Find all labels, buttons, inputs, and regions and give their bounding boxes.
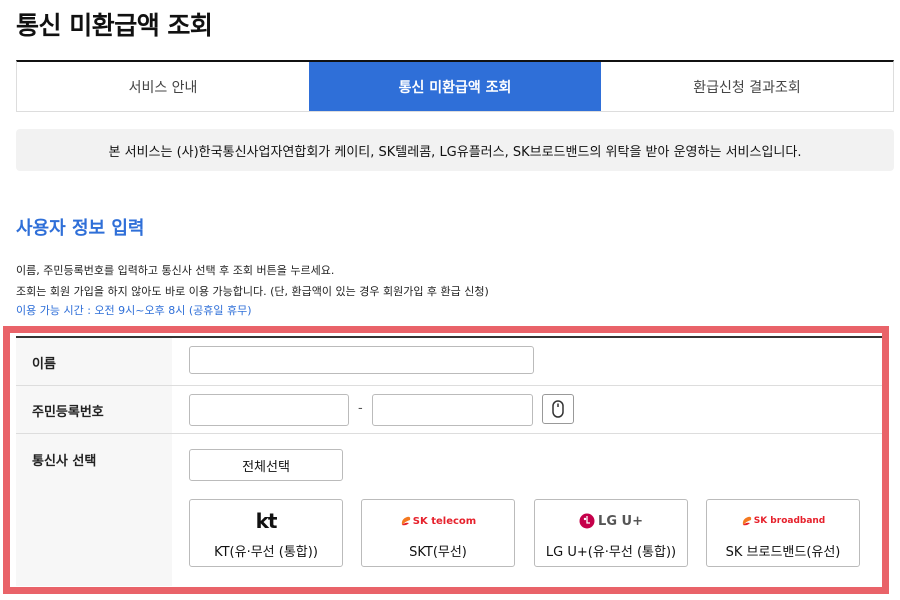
tab-refund-result[interactable]: 환급신청 결과조회 bbox=[601, 62, 893, 111]
instruction-text: 이름, 주민등록번호를 입력하고 통신사 선택 후 조회 버튼을 누르세요. bbox=[16, 264, 335, 277]
page-title: 통신 미환급액 조회 bbox=[16, 11, 213, 40]
membership-note: 조회는 회원 가입을 하지 않아도 바로 이용 가능합니다. (단, 환급액이 … bbox=[16, 285, 489, 298]
service-hours: 이용 가능 시간 : 오전 9시~오후 8시 (공휴일 휴무) bbox=[16, 304, 252, 317]
tab-bar: 서비스 안내 통신 미환급액 조회 환급신청 결과조회 bbox=[16, 60, 894, 112]
tab-service-guide[interactable]: 서비스 안내 bbox=[17, 62, 309, 111]
tab-unrefunded-inquiry[interactable]: 통신 미환급액 조회 bbox=[309, 62, 601, 111]
notice-text: 본 서비스는 (사)한국통신사업자연합회가 케이티, SK텔레콤, LG유플러스… bbox=[108, 144, 802, 160]
service-notice: 본 서비스는 (사)한국통신사업자연합회가 케이티, SK텔레콤, LG유플러스… bbox=[16, 129, 894, 171]
section-title: 사용자 정보 입력 bbox=[16, 218, 145, 239]
highlight-frame bbox=[3, 326, 889, 594]
